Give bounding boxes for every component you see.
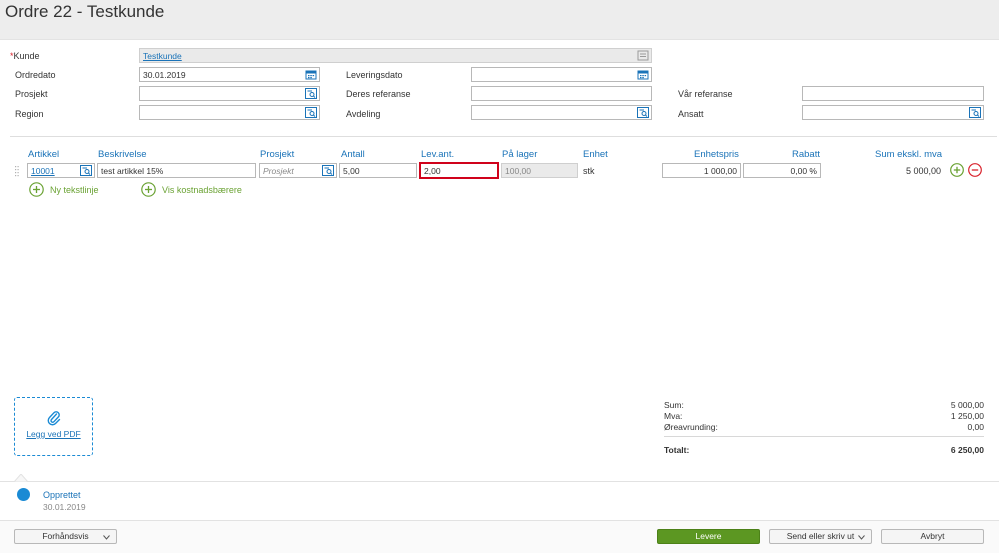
search-list-icon[interactable] <box>322 165 334 176</box>
mva-label: Mva: <box>664 411 683 421</box>
timeline-dot <box>17 488 30 501</box>
drag-handle-icon[interactable] <box>15 165 19 177</box>
search-list-icon[interactable] <box>80 165 92 176</box>
ansatt-field[interactable] <box>802 105 984 120</box>
col-rabatt[interactable]: Rabatt <box>792 149 820 160</box>
cancel-button[interactable]: Avbryt <box>881 529 984 544</box>
artikkel-field[interactable]: 10001 <box>27 163 95 178</box>
kunde-link[interactable]: Testkunde <box>143 51 182 61</box>
leveringsdato-label: Leveringsdato <box>346 70 403 80</box>
enhet-value: stk <box>583 166 595 176</box>
vis-kostnadsbaerere-label: Vis kostnadsbærere <box>162 185 242 195</box>
avdeling-field[interactable] <box>471 105 652 120</box>
ansatt-label: Ansatt <box>678 109 704 119</box>
ordredato-field[interactable]: 30.01.2019 <box>139 67 320 82</box>
lookup-icon[interactable] <box>637 50 649 61</box>
enhetspris-field[interactable]: 1 000,00 <box>662 163 741 178</box>
levere-button[interactable]: Levere <box>657 529 760 544</box>
remove-row-button[interactable] <box>968 163 982 177</box>
kunde-label: *Kunde <box>10 51 40 61</box>
rabatt-field[interactable]: 0,00 % <box>743 163 821 178</box>
send-print-label: Send eller skriv ut <box>786 531 855 541</box>
ordredato-label: Ordredato <box>15 70 56 80</box>
deres-referanse-field[interactable] <box>471 86 652 101</box>
timeline-date: 30.01.2019 <box>43 502 86 512</box>
timeline-status: Opprettet <box>43 490 81 500</box>
col-enhetspris[interactable]: Enhetspris <box>694 149 739 160</box>
ordredato-value: 30.01.2019 <box>143 70 186 80</box>
pa-lager-field: 100,00 <box>501 163 578 178</box>
prosjekt-label: Prosjekt <box>15 89 48 99</box>
page-header: Ordre 22 - Testkunde <box>0 0 999 40</box>
preview-label: Forhåndsvis <box>42 531 89 541</box>
sum-label: Sum: <box>664 400 684 410</box>
col-sum[interactable]: Sum ekskl. mva <box>875 149 942 160</box>
var-referanse-field[interactable] <box>802 86 984 101</box>
oreavrunding-label: Øreavrunding: <box>664 422 718 432</box>
add-row-button[interactable] <box>950 163 964 177</box>
search-list-icon[interactable] <box>969 107 981 118</box>
col-enhet[interactable]: Enhet <box>583 149 608 160</box>
plus-circle-icon <box>141 182 156 197</box>
send-print-button[interactable]: Send eller skriv ut <box>769 529 872 544</box>
attach-pdf-dropzone[interactable]: Legg ved PDF <box>14 397 93 456</box>
timeline-divider <box>0 481 999 482</box>
totals-divider <box>664 436 984 437</box>
lev-ant-field[interactable]: 2,00 <box>419 162 499 179</box>
search-list-icon[interactable] <box>637 107 649 118</box>
kunde-field[interactable]: Testkunde <box>139 48 652 63</box>
antall-field[interactable]: 5,00 <box>339 163 417 178</box>
col-beskrivelse[interactable]: Beskrivelse <box>98 149 147 160</box>
minus-circle-icon <box>968 163 982 177</box>
ny-tekstlinje-label: Ny tekstlinje <box>50 185 99 195</box>
avdeling-label: Avdeling <box>346 109 381 119</box>
search-list-icon[interactable] <box>305 88 317 99</box>
artikkel-link[interactable]: 10001 <box>31 166 55 176</box>
mva-value: 1 250,00 <box>950 411 984 421</box>
totalt-label: Totalt: <box>664 445 690 455</box>
plus-circle-icon <box>29 182 44 197</box>
kunde-label-text: Kunde <box>13 51 40 61</box>
prosjekt-field[interactable] <box>139 86 320 101</box>
var-referanse-label: Vår referanse <box>678 89 733 99</box>
col-artikkel[interactable]: Artikkel <box>28 149 59 160</box>
region-label: Region <box>15 109 44 119</box>
col-pa-lager[interactable]: På lager <box>502 149 537 160</box>
sum-value: 5 000,00 <box>905 166 941 176</box>
search-list-icon[interactable] <box>305 107 317 118</box>
col-antall[interactable]: Antall <box>341 149 365 160</box>
row-prosjekt-field[interactable]: Prosjekt <box>259 163 337 178</box>
chevron-down-icon <box>858 535 865 540</box>
sum-total-value: 5 000,00 <box>950 400 984 410</box>
attach-pdf-link[interactable]: Legg ved PDF <box>15 429 92 439</box>
deres-referanse-label: Deres referanse <box>346 89 411 99</box>
oreavrunding-value: 0,00 <box>967 422 984 432</box>
totalt-value: 6 250,00 <box>950 445 984 455</box>
paperclip-icon <box>47 411 61 426</box>
chevron-down-icon <box>103 535 110 540</box>
col-lev-ant[interactable]: Lev.ant. <box>421 149 454 160</box>
preview-button[interactable]: Forhåndsvis <box>14 529 117 544</box>
beskrivelse-field[interactable]: test artikkel 15% <box>97 163 256 178</box>
leveringsdato-field[interactable] <box>471 67 652 82</box>
row-prosjekt-placeholder: Prosjekt <box>263 166 294 176</box>
pointer-arrow-icon <box>14 474 28 482</box>
col-prosjekt[interactable]: Prosjekt <box>260 149 294 160</box>
plus-circle-icon <box>950 163 964 177</box>
section-divider <box>10 136 997 137</box>
calendar-icon[interactable] <box>637 69 649 80</box>
page-title: Ordre 22 - Testkunde <box>5 2 165 21</box>
action-footer: Forhåndsvis Levere Send eller skriv ut A… <box>0 520 999 553</box>
region-field[interactable] <box>139 105 320 120</box>
calendar-icon[interactable] <box>305 69 317 80</box>
